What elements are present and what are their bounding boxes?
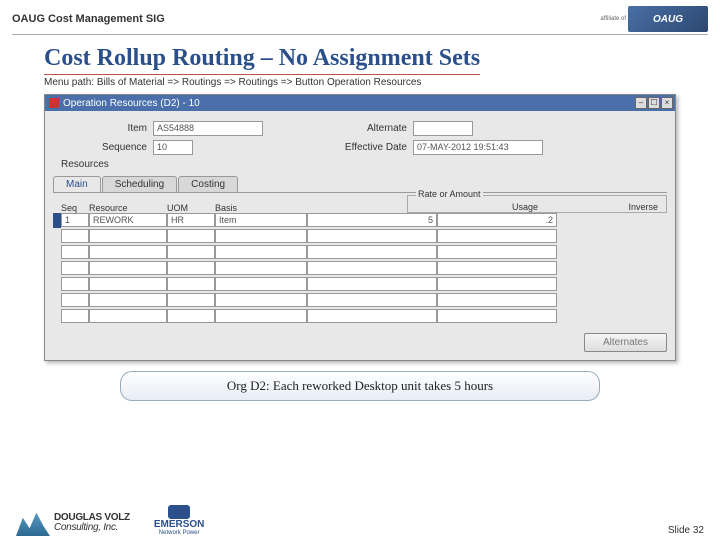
table-row[interactable] xyxy=(53,293,667,308)
cell-inverse[interactable]: .2 xyxy=(437,213,557,227)
tab-bar: Main Scheduling Costing xyxy=(53,176,667,193)
col-seq: Seq xyxy=(61,203,89,213)
oaug-logo: affiliate of OAUG xyxy=(600,6,708,32)
menu-path: Menu path: Bills of Material => Routings… xyxy=(44,77,720,88)
cell-usage[interactable]: 5 xyxy=(307,213,437,227)
oracle-window: Operation Resources (D2) - 10 – ☐ × Item… xyxy=(44,94,676,361)
resources-label: Resources xyxy=(61,159,667,170)
dvc-line2: Consulting, Inc. xyxy=(54,523,130,534)
alternate-label: Alternate xyxy=(263,123,413,134)
alternate-field[interactable] xyxy=(413,121,473,136)
minimize-icon[interactable]: – xyxy=(635,97,647,109)
dvc-mark-icon xyxy=(16,510,50,536)
effective-label: Effective Date xyxy=(193,142,413,153)
item-field[interactable]: AS54888 xyxy=(153,121,263,136)
resource-grid: 1 REWORK HR Item 5 .2 xyxy=(53,213,667,324)
emerson-line1: EMERSON xyxy=(154,519,205,530)
rate-group-label: Rate or Amount xyxy=(416,189,483,199)
emerson-logo: EMERSON Network Power xyxy=(154,505,205,536)
tab-costing[interactable]: Costing xyxy=(178,176,238,192)
sequence-label: Sequence xyxy=(53,142,153,153)
affiliate-label: affiliate of xyxy=(600,16,626,22)
col-inverse: Inverse xyxy=(542,202,662,212)
col-uom: UOM xyxy=(167,203,215,213)
table-row[interactable] xyxy=(53,261,667,276)
maximize-icon[interactable]: ☐ xyxy=(648,97,660,109)
emerson-mark-icon xyxy=(168,505,190,519)
callout-box: Org D2: Each reworked Desktop unit takes… xyxy=(120,371,600,401)
dvc-logo: DOUGLAS VOLZ Consulting, Inc. xyxy=(16,510,130,536)
page-heading: OAUG Cost Management SIG xyxy=(12,13,165,25)
oracle-icon xyxy=(49,98,59,108)
window-titlebar[interactable]: Operation Resources (D2) - 10 – ☐ × xyxy=(45,95,675,111)
effective-field[interactable]: 07-MAY-2012 19:51:43 xyxy=(413,140,543,155)
oaug-logo-img: OAUG xyxy=(628,6,708,32)
slide-title: Cost Rollup Routing – No Assignment Sets xyxy=(44,45,480,75)
cell-basis[interactable]: Item xyxy=(215,213,307,227)
col-resource: Resource xyxy=(89,203,167,213)
window-title: Operation Resources (D2) - 10 xyxy=(63,98,200,109)
tab-scheduling[interactable]: Scheduling xyxy=(102,176,177,192)
table-row[interactable]: 1 REWORK HR Item 5 .2 xyxy=(53,213,667,228)
close-icon[interactable]: × xyxy=(661,97,673,109)
cell-resource[interactable]: REWORK xyxy=(89,213,167,227)
emerson-line2: Network Power xyxy=(154,530,205,536)
col-usage: Usage xyxy=(412,202,542,212)
col-basis: Basis xyxy=(215,203,307,213)
slide-number: Slide 32 xyxy=(668,525,704,536)
row-indicator xyxy=(53,213,61,228)
cell-seq[interactable]: 1 xyxy=(61,213,89,227)
alternates-button[interactable]: Alternates xyxy=(584,333,667,352)
item-label: Item xyxy=(53,123,153,134)
table-row[interactable] xyxy=(53,277,667,292)
sequence-field[interactable]: 10 xyxy=(153,140,193,155)
cell-uom[interactable]: HR xyxy=(167,213,215,227)
tab-main[interactable]: Main xyxy=(53,176,101,192)
table-row[interactable] xyxy=(53,229,667,244)
table-row[interactable] xyxy=(53,309,667,324)
table-row[interactable] xyxy=(53,245,667,260)
